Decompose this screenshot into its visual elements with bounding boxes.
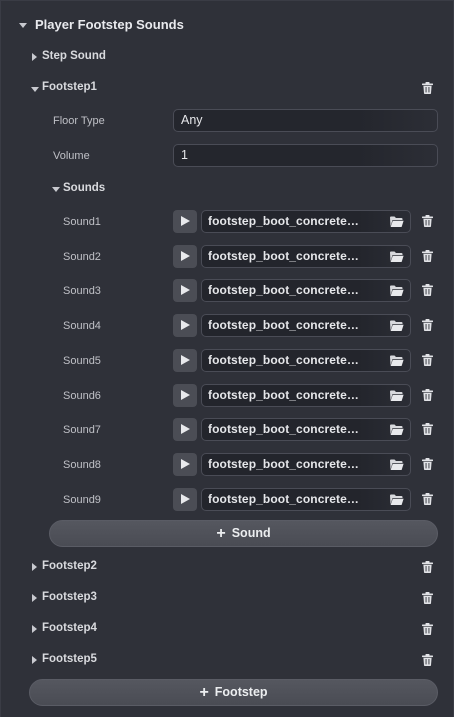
sound-file-name: footstep_boot_concrete_02 <box>208 249 360 263</box>
play-icon <box>181 285 190 295</box>
sound-file-name: footstep_boot_concrete_03 <box>208 283 360 297</box>
sound-file-field[interactable]: footstep_boot_concrete_06 <box>201 384 411 407</box>
sound-label: Sound4 <box>63 320 101 332</box>
trash-icon[interactable] <box>422 623 433 635</box>
trash-icon[interactable] <box>422 284 433 296</box>
plus-icon: + <box>216 525 226 542</box>
sound-file-name: footstep_boot_concrete_05 <box>208 353 360 367</box>
plus-icon: + <box>199 684 209 701</box>
add-footstep-label: Footstep <box>214 685 268 699</box>
sound-file-field[interactable]: footstep_boot_concrete_03 <box>201 279 411 302</box>
volume-label: Volume <box>53 150 90 162</box>
sound-file-name: footstep_boot_concrete_01 <box>208 214 360 228</box>
floor-type-field[interactable]: Any <box>173 109 438 132</box>
play-button[interactable] <box>173 314 197 337</box>
play-button[interactable] <box>173 279 197 302</box>
add-sound-button[interactable]: + Sound <box>49 520 438 547</box>
sound-label: Sound1 <box>63 216 101 228</box>
collapse-toggle-icon[interactable] <box>31 87 39 92</box>
sound-label: Sound9 <box>63 494 101 506</box>
step-sound-label[interactable]: Step Sound <box>42 50 106 62</box>
sound-file-name: footstep_boot_concrete_07 <box>208 422 360 436</box>
sound-file-name: footstep_boot_concrete_04 <box>208 318 360 332</box>
sound-label: Sound6 <box>63 390 101 402</box>
sound-label: Sound5 <box>63 355 101 367</box>
trash-icon[interactable] <box>422 423 433 435</box>
expand-toggle-icon[interactable] <box>32 53 37 61</box>
trash-icon[interactable] <box>422 354 433 366</box>
floor-type-label: Floor Type <box>53 115 105 127</box>
expand-toggle-icon[interactable] <box>32 563 37 571</box>
play-button[interactable] <box>173 210 197 233</box>
sound-file-field[interactable]: footstep_boot_concrete_01 <box>201 210 411 233</box>
play-button[interactable] <box>173 453 197 476</box>
folder-open-icon[interactable] <box>389 319 404 332</box>
play-button[interactable] <box>173 488 197 511</box>
folder-open-icon[interactable] <box>389 389 404 402</box>
expand-toggle-icon[interactable] <box>32 594 37 602</box>
trash-icon[interactable] <box>422 654 433 666</box>
trash-icon[interactable] <box>422 215 433 227</box>
play-button[interactable] <box>173 418 197 441</box>
sound-file-field[interactable]: footstep_boot_concrete_02 <box>201 245 411 268</box>
add-sound-label: Sound <box>231 526 271 540</box>
sound-file-field[interactable]: footstep_boot_concrete_07 <box>201 418 411 441</box>
sound-file-name: footstep_boot_concrete_09 <box>208 492 360 506</box>
sound-file-field[interactable]: footstep_boot_concrete_05 <box>201 349 411 372</box>
folder-open-icon[interactable] <box>389 354 404 367</box>
collapse-toggle-icon[interactable] <box>19 23 27 28</box>
sound-file-name: footstep_boot_concrete_06 <box>208 388 360 402</box>
footstep-label[interactable]: Footstep2 <box>42 560 97 572</box>
footstep-sounds-panel: Player Footstep Sounds Step Sound Footst… <box>0 0 454 717</box>
play-icon <box>181 459 190 469</box>
expand-toggle-icon[interactable] <box>32 656 37 664</box>
sound-label: Sound3 <box>63 285 101 297</box>
collapse-toggle-icon[interactable] <box>52 187 60 192</box>
play-button[interactable] <box>173 384 197 407</box>
play-icon <box>181 251 190 261</box>
trash-icon[interactable] <box>422 389 433 401</box>
expand-toggle-icon[interactable] <box>32 625 37 633</box>
trash-icon[interactable] <box>422 493 433 505</box>
trash-icon[interactable] <box>422 319 433 331</box>
sounds-label[interactable]: Sounds <box>63 182 105 194</box>
footstep-label[interactable]: Footstep4 <box>42 622 97 634</box>
sound-label: Sound2 <box>63 251 101 263</box>
play-button[interactable] <box>173 349 197 372</box>
folder-open-icon[interactable] <box>389 215 404 228</box>
folder-open-icon[interactable] <box>389 493 404 506</box>
trash-icon[interactable] <box>422 82 433 94</box>
play-icon <box>181 355 190 365</box>
play-icon <box>181 216 190 226</box>
play-icon <box>181 424 190 434</box>
sound-file-field[interactable]: footstep_boot_concrete_04 <box>201 314 411 337</box>
trash-icon[interactable] <box>422 250 433 262</box>
sound-file-field[interactable]: footstep_boot_concrete_09 <box>201 488 411 511</box>
trash-icon[interactable] <box>422 458 433 470</box>
add-footstep-button[interactable]: + Footstep <box>29 679 438 706</box>
volume-field[interactable]: 1 <box>173 144 438 167</box>
play-icon <box>181 390 190 400</box>
footstep1-label[interactable]: Footstep1 <box>42 81 97 93</box>
sound-label: Sound8 <box>63 459 101 471</box>
play-icon <box>181 494 190 504</box>
folder-open-icon[interactable] <box>389 250 404 263</box>
footstep-label[interactable]: Footstep3 <box>42 591 97 603</box>
trash-icon[interactable] <box>422 561 433 573</box>
section-title: Player Footstep Sounds <box>35 17 184 32</box>
folder-open-icon[interactable] <box>389 284 404 297</box>
footstep-label[interactable]: Footstep5 <box>42 653 97 665</box>
trash-icon[interactable] <box>422 592 433 604</box>
sound-file-name: footstep_boot_concrete_08 <box>208 457 360 471</box>
play-button[interactable] <box>173 245 197 268</box>
sound-label: Sound7 <box>63 424 101 436</box>
folder-open-icon[interactable] <box>389 458 404 471</box>
play-icon <box>181 320 190 330</box>
sound-file-field[interactable]: footstep_boot_concrete_08 <box>201 453 411 476</box>
folder-open-icon[interactable] <box>389 423 404 436</box>
